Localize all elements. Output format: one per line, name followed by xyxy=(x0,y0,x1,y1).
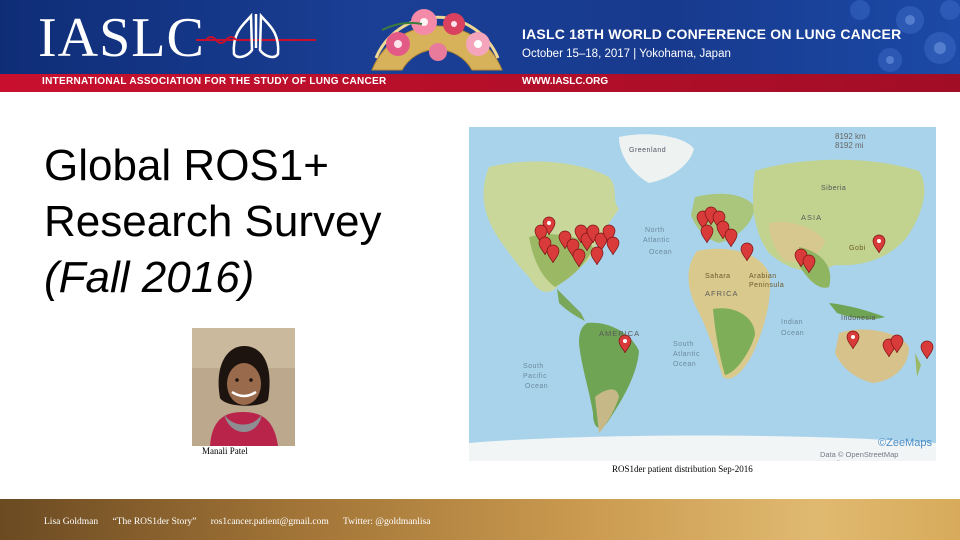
footer-twitter[interactable]: Twitter: @goldmanlisa xyxy=(343,517,431,527)
lungs-logo-icon xyxy=(196,12,316,59)
label-south-atlantic-ocean: Ocean xyxy=(673,361,697,368)
world-map-graphic xyxy=(469,127,936,461)
label-pacific: Pacific xyxy=(523,373,548,380)
label-south: South xyxy=(673,341,694,348)
title-line-2: Research Survey xyxy=(44,197,382,246)
footer-author: Lisa Goldman xyxy=(44,517,99,527)
folding-fan-icon xyxy=(371,9,503,71)
iaslc-logo: IASLC xyxy=(38,7,205,69)
label-africa: AFRICA xyxy=(705,289,739,298)
conference-dates: October 15–18, 2017 | Yokohama, Japan xyxy=(522,48,731,60)
scale-km: 8192 km xyxy=(835,132,866,141)
title-line-3: (Fall 2016) xyxy=(44,253,255,302)
footer-credits: Lisa Goldman “The ROS1der Story” ros1can… xyxy=(44,517,442,527)
map-attribution[interactable]: Data © OpenStreetMap contributors xyxy=(820,450,936,461)
zeemaps-logo[interactable]: ©ZeeMaps xyxy=(878,437,932,449)
label-arabian: Arabian xyxy=(749,273,777,280)
label-siberia: Siberia xyxy=(821,185,847,192)
footer-story: “The ROS1der Story” xyxy=(112,517,197,527)
label-america: AMERICA xyxy=(599,329,641,338)
person-portrait-icon xyxy=(192,328,295,446)
label-sahara: Sahara xyxy=(705,273,731,280)
blue-flowers-decoration-icon xyxy=(850,0,960,72)
slide-title: Global ROS1+ Research Survey (Fall 2016) xyxy=(44,138,381,306)
map-scale: 8192 km 8192 mi xyxy=(835,132,866,150)
map-caption: ROS1der patient distribution Sep-2016 xyxy=(612,464,753,474)
label-greenland: Greenland xyxy=(629,147,667,154)
label-ocean: Ocean xyxy=(649,249,673,256)
title-line-1: Global ROS1+ xyxy=(44,141,329,190)
label-gobi: Gobi xyxy=(849,245,866,252)
label-south-atlantic: Atlantic xyxy=(673,351,700,358)
label-south-pacific: South xyxy=(523,363,544,370)
label-peninsula: Peninsula xyxy=(749,282,785,289)
presenter-photo xyxy=(192,328,295,446)
label-indian: Indian xyxy=(781,319,804,326)
label-asia: ASIA xyxy=(801,213,823,222)
conference-banner: IASLC IASLC 18TH WORLD CONFERENCE ON LUN… xyxy=(0,0,960,92)
scale-mi: 8192 mi xyxy=(835,141,864,150)
label-atlantic: Atlantic xyxy=(643,237,670,244)
photo-caption: Manali Patel xyxy=(202,446,248,456)
world-map[interactable]: Greenland North Atlantic Ocean AFRICA Sa… xyxy=(469,127,936,461)
label-indonesia: Indonesia xyxy=(841,315,876,322)
footer-bar: Lisa Goldman “The ROS1der Story” ros1can… xyxy=(0,499,960,540)
label-indian-ocean: Ocean xyxy=(781,330,805,337)
footer-email[interactable]: ros1cancer.patient@gmail.com xyxy=(211,517,329,527)
label-north: North xyxy=(645,227,665,234)
website-link[interactable]: WWW.IASLC.ORG xyxy=(522,76,608,87)
label-pacific-ocean: Ocean xyxy=(525,383,549,390)
association-name: INTERNATIONAL ASSOCIATION FOR THE STUDY … xyxy=(42,76,387,87)
